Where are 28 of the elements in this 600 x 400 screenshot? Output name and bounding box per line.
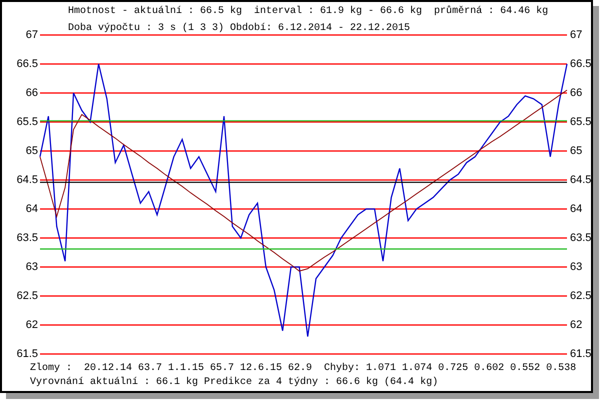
y-tick-label: 65.5 — [16, 116, 38, 128]
y-tick-label: 65 — [570, 144, 582, 157]
y-tick-label: 61.5 — [16, 348, 38, 360]
header-text: Doba výpočtu : 3 s (1 3 3) Období: 6.12.2014 - 22.12.2015 — [68, 23, 410, 34]
y-tick-label: 64 — [570, 202, 582, 215]
y-tick-label: 63.5 — [570, 232, 591, 244]
y-tick-label: 64.5 — [570, 174, 591, 186]
header-text: Hmotnost - aktuální : 66.5 kg interval : 61.9 kg - 66.6 kg průměrná : 64.46 kg — [68, 6, 548, 18]
footer-text: Vyrovnání aktuální : 66.1 kg Predikce za 4 týdny : 66.6 kg (64.4 kg) — [30, 376, 438, 390]
y-tick-label: 62 — [570, 318, 582, 331]
y-tick-label: 66 — [570, 86, 582, 99]
y-tick-label: 66.5 — [570, 58, 591, 70]
y-tick-label: 66 — [26, 86, 38, 99]
y-tick-label: 63.5 — [16, 232, 38, 244]
y-tick-label: 67 — [26, 28, 38, 41]
y-tick-label: 66.5 — [16, 58, 38, 70]
y-tick-label: 65.5 — [570, 116, 591, 128]
y-tick-label: 63 — [570, 260, 582, 273]
footer-text: Zlomy : 20.12.14 63.7 1.1.15 65.7 12.6.15 62.9 Chyby: 1.071 1.074 0.725 0.602 0.552 0.538 — [30, 362, 576, 376]
y-tick-label: 62 — [26, 318, 38, 331]
y-tick-label: 67 — [570, 28, 582, 41]
y-tick-label: 62.5 — [16, 290, 38, 302]
y-tick-label: 62.5 — [570, 290, 591, 302]
y-tick-label: 61.5 — [570, 348, 591, 360]
y-tick-label: 63 — [26, 260, 38, 273]
y-tick-label: 64.5 — [16, 174, 38, 186]
y-tick-label: 64 — [26, 202, 38, 215]
y-tick-label: 65 — [26, 144, 38, 157]
